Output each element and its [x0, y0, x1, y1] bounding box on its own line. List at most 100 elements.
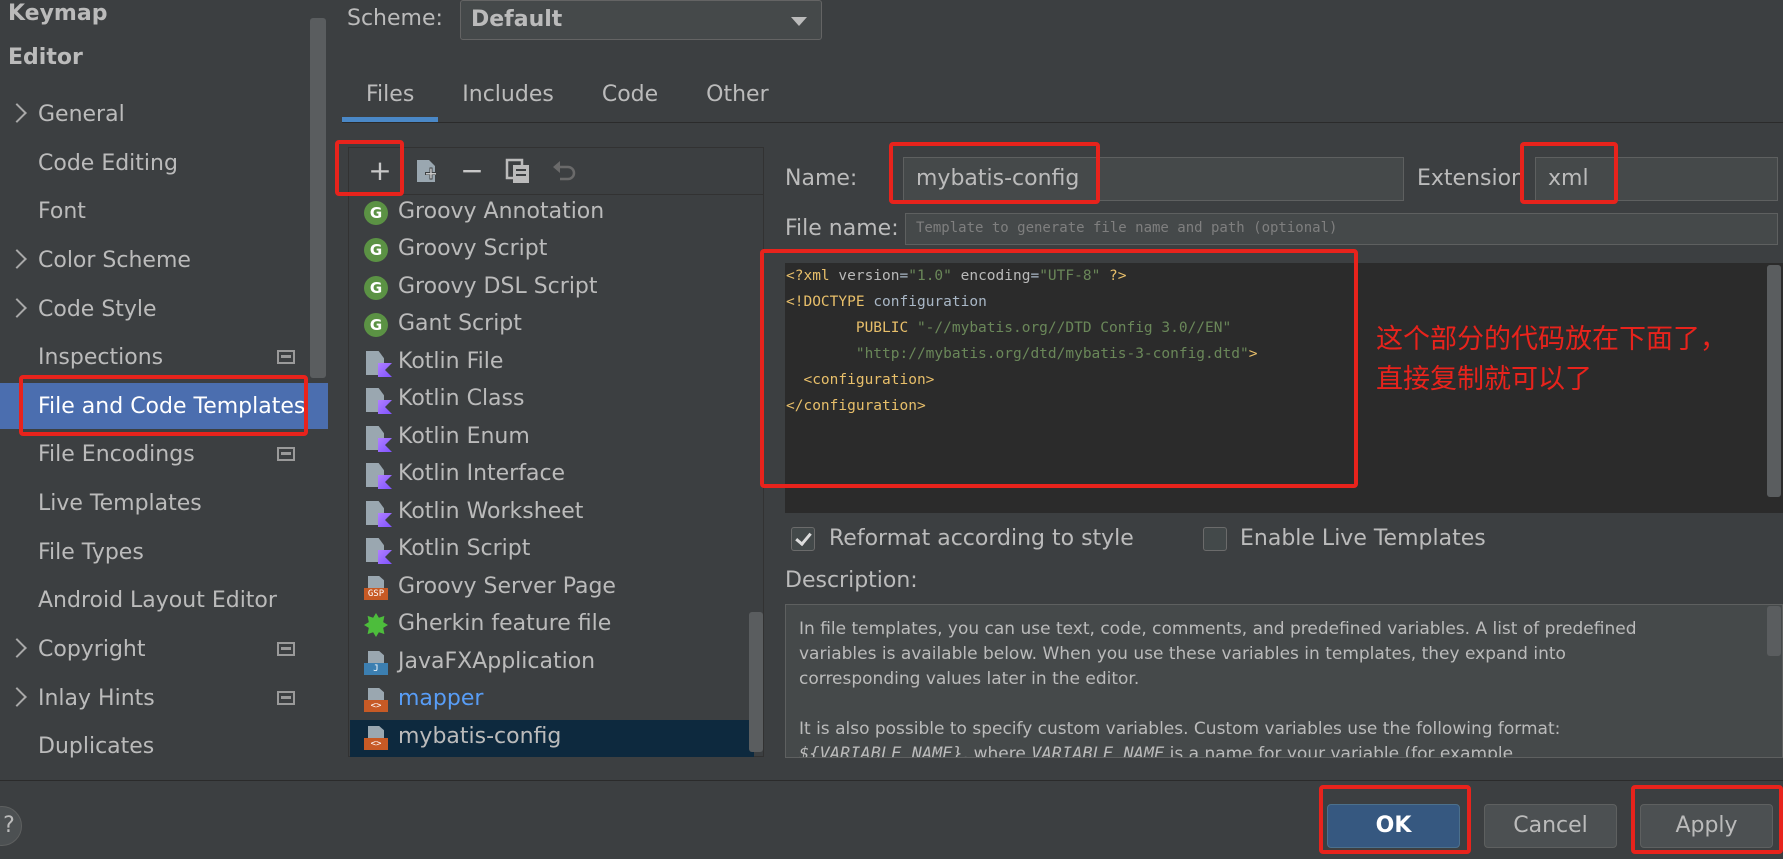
- sidebar-item-file-encodings[interactable]: File Encodings: [0, 431, 310, 477]
- tab-includes[interactable]: Includes: [438, 76, 578, 122]
- template-item-groovy-annotation[interactable]: G Groovy Annotation: [350, 195, 754, 232]
- template-item-groovy-server-page[interactable]: GSP Groovy Server Page: [350, 570, 754, 607]
- template-item-kotlin-interface[interactable]: Kotlin Interface: [350, 457, 754, 494]
- template-item-groovy-script[interactable]: G Groovy Script: [350, 232, 754, 269]
- sidebar-item-label: Code Editing: [38, 150, 178, 176]
- template-item-label: Kotlin Interface: [398, 461, 566, 486]
- xml-tag: <>: [364, 738, 388, 750]
- java-tag: J: [364, 663, 388, 675]
- template-item-groovy-dsl-script[interactable]: G Groovy DSL Script: [350, 270, 754, 307]
- highlight-add-button: [335, 140, 404, 196]
- sidebar-item-copyright[interactable]: Copyright: [0, 626, 310, 672]
- gsp-tag: GSP: [364, 588, 388, 600]
- add-child-file-icon: [417, 160, 437, 182]
- description-text: ${VARIABLE_NAME}, where VARIABLE_NAME is…: [799, 744, 1514, 758]
- scheme-value: Default: [471, 7, 563, 32]
- sidebar-item-label: Editor: [8, 44, 83, 70]
- tab-files[interactable]: Files: [342, 76, 439, 122]
- template-item-kotlin-class[interactable]: Kotlin Class: [350, 382, 754, 419]
- sidebar-item-duplicates[interactable]: Duplicates: [0, 723, 310, 769]
- template-item-gant-script[interactable]: G Gant Script: [350, 307, 754, 344]
- sidebar-item-editor[interactable]: Editor: [0, 34, 310, 80]
- sidebar-item-label: Copyright: [38, 636, 146, 662]
- sidebar-scrollbar[interactable]: [310, 18, 326, 378]
- sidebar-item-file-types[interactable]: File Types: [0, 529, 310, 575]
- sidebar-item-inlay-hints[interactable]: Inlay Hints: [0, 675, 310, 721]
- tab-other[interactable]: Other: [682, 76, 792, 122]
- gsp-file-icon: GSP: [364, 576, 388, 600]
- kotlin-file-icon: [364, 351, 392, 377]
- sidebar-item-label: Keymap: [8, 0, 108, 26]
- sidebar-item-android-layout-editor[interactable]: Android Layout Editor: [0, 577, 310, 623]
- remove-template-button[interactable]: −: [456, 155, 488, 187]
- sidebar-item-label: Inspections: [38, 344, 164, 370]
- template-item-label: Groovy DSL Script: [398, 274, 598, 299]
- template-list-toolbar: + −: [348, 147, 764, 195]
- chevron-right-icon[interactable]: [7, 638, 27, 658]
- chevron-right-icon[interactable]: [7, 249, 27, 269]
- groovy-icon: G: [364, 238, 388, 262]
- cancel-button[interactable]: Cancel: [1484, 804, 1617, 848]
- scheme-dropdown[interactable]: Default: [460, 0, 822, 40]
- template-item-label: Gant Script: [398, 311, 522, 336]
- reformat-label: Reformat according to style: [829, 526, 1134, 551]
- groovy-icon: G: [364, 201, 388, 225]
- highlight-name-field: [889, 142, 1100, 204]
- sidebar-item-keymap[interactable]: Keymap: [0, 0, 310, 36]
- template-item-kotlin-file[interactable]: Kotlin File: [350, 345, 754, 382]
- copy-template-button[interactable]: [502, 155, 534, 187]
- live-templates-checkbox[interactable]: [1203, 527, 1227, 551]
- template-list-scrollbar[interactable]: [749, 612, 763, 752]
- chevron-right-icon[interactable]: [7, 298, 27, 318]
- sidebar-item-general[interactable]: General: [0, 91, 310, 137]
- template-item-javafx-application[interactable]: J JavaFXApplication: [350, 645, 754, 682]
- description-label: Description:: [785, 568, 918, 593]
- highlight-file-templates: [19, 375, 308, 436]
- project-settings-icon: [277, 642, 295, 656]
- template-item-mapper[interactable]: <> mapper: [350, 682, 754, 719]
- annotation-line-2: 直接复制就可以了: [1376, 364, 1592, 395]
- template-item-gherkin-feature-file[interactable]: Gherkin feature file: [350, 607, 754, 644]
- editor-scrollbar[interactable]: [1767, 265, 1781, 497]
- xml-file-icon: <>: [364, 688, 388, 712]
- sidebar-item-live-templates[interactable]: Live Templates: [0, 480, 310, 526]
- project-settings-icon: [277, 350, 295, 364]
- template-item-label: Kotlin Enum: [398, 424, 530, 449]
- description-text: In file templates, you can use text, cod…: [799, 619, 1637, 639]
- sidebar-item-label: General: [38, 101, 125, 127]
- template-item-mybatis-config[interactable]: <> mybatis-config: [350, 720, 754, 757]
- tab-code[interactable]: Code: [578, 76, 682, 122]
- chevron-right-icon[interactable]: [7, 103, 27, 123]
- filename-placeholder: Template to generate file name and path …: [916, 220, 1338, 236]
- filename-field[interactable]: Template to generate file name and path …: [905, 213, 1778, 245]
- highlight-extension-field: [1520, 142, 1618, 204]
- template-item-kotlin-enum[interactable]: Kotlin Enum: [350, 420, 754, 457]
- template-item-label: Gherkin feature file: [398, 611, 612, 636]
- kotlin-file-icon: [364, 463, 392, 489]
- sidebar-item-font[interactable]: Font: [0, 188, 310, 234]
- reformat-checkbox[interactable]: [791, 527, 815, 551]
- description-panel[interactable]: In file templates, you can use text, cod…: [785, 604, 1783, 758]
- chevron-down-icon: [791, 17, 807, 26]
- reset-template-button[interactable]: [548, 155, 580, 187]
- sidebar-item-label: Android Layout Editor: [38, 587, 277, 613]
- template-item-label: JavaFXApplication: [398, 649, 596, 674]
- sidebar-item-code-style[interactable]: Code Style: [0, 286, 310, 332]
- sidebar-item-inspections[interactable]: Inspections: [0, 334, 310, 380]
- extension-label: Extension: [1417, 166, 1526, 191]
- template-item-label: Kotlin Class: [398, 386, 525, 411]
- kotlin-file-icon: [364, 538, 392, 564]
- sidebar-item-label: Duplicates: [38, 733, 155, 759]
- description-scrollbar[interactable]: [1767, 606, 1781, 656]
- highlight-ok-button: [1319, 785, 1471, 854]
- template-item-kotlin-worksheet[interactable]: Kotlin Worksheet: [350, 495, 754, 532]
- template-item-label: Kotlin File: [398, 349, 504, 374]
- sidebar-item-label: Color Scheme: [38, 247, 191, 273]
- sidebar-item-code-editing[interactable]: Code Editing: [0, 140, 310, 186]
- xml-file-icon: <>: [364, 726, 388, 750]
- template-item-kotlin-script[interactable]: Kotlin Script: [350, 532, 754, 569]
- sidebar-item-color-scheme[interactable]: Color Scheme: [0, 237, 310, 283]
- kotlin-file-icon: [364, 501, 392, 527]
- chevron-right-icon[interactable]: [7, 687, 27, 707]
- create-child-template-button[interactable]: [410, 155, 442, 187]
